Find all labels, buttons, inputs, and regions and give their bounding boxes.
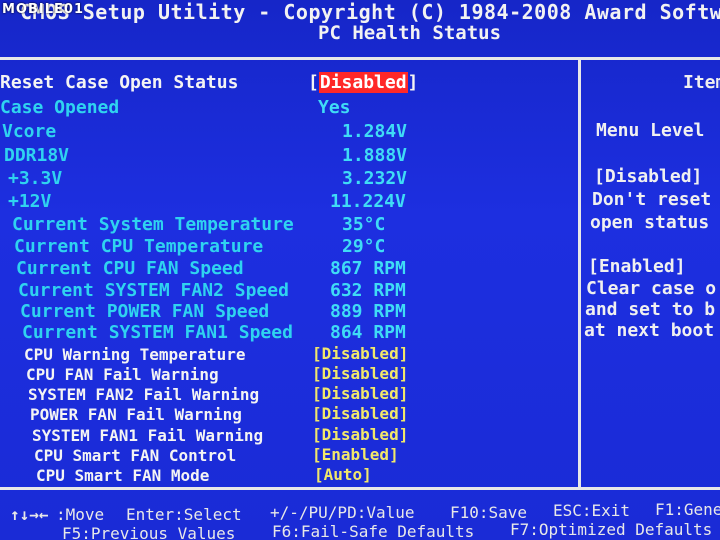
bios-screen: CMOS Setup Utility - Copyright (C) 1984-… bbox=[0, 0, 720, 540]
row-12v-value: 11.224V bbox=[330, 191, 406, 212]
help-disabled-line2: open status bbox=[590, 212, 710, 233]
row-sys-fan1-speed-value: 864 RPM bbox=[330, 322, 406, 343]
row-case-opened-value: Yes bbox=[318, 97, 351, 118]
row-smart-fan-mode-label[interactable]: CPU Smart FAN Mode bbox=[36, 466, 209, 485]
key-f1: F1:General Help bbox=[655, 500, 720, 519]
item-help-title: Item bbox=[683, 72, 720, 93]
row-cpu-warning-temp-value[interactable]: [Disabled] bbox=[312, 344, 408, 363]
bottom-divider bbox=[0, 487, 720, 490]
row-3v3-value: 3.232V bbox=[342, 168, 408, 189]
key-esc: ESC:Exit bbox=[553, 501, 631, 520]
row-reset-case-open-label: Reset Case Open Status bbox=[0, 72, 239, 93]
row-vcore-label: Vcore bbox=[2, 121, 57, 142]
row-sys-fan2-speed-value: 632 RPM bbox=[330, 280, 406, 301]
row-system-temp-value: 35°C bbox=[342, 214, 386, 235]
selected-value[interactable]: Disabled bbox=[318, 72, 408, 93]
key-f7: F7:Optimized Defaults bbox=[510, 520, 713, 539]
key-value: +/-/PU/PD:Value bbox=[270, 503, 415, 522]
arrow-keys-icon: ↑↓→← bbox=[10, 505, 49, 524]
row-cpu-fan-speed-value: 867 RPM bbox=[330, 258, 406, 279]
row-sys-fan2-fail-value[interactable]: [Disabled] bbox=[312, 384, 408, 403]
panel-divider bbox=[578, 57, 581, 487]
row-sys-fan2-fail-label[interactable]: SYSTEM FAN2 Fail Warning bbox=[28, 385, 259, 404]
bios-title: CMOS Setup Utility - Copyright (C) 1984-… bbox=[20, 0, 720, 24]
row-cpu-temp-label: Current CPU Temperature bbox=[14, 236, 264, 257]
help-enabled-line1: Clear case o bbox=[586, 278, 717, 299]
row-ddr18v-value: 1.888V bbox=[342, 145, 408, 166]
row-sys-fan2-speed-label: Current SYSTEM FAN2 Speed bbox=[18, 280, 289, 301]
key-f5: F5:Previous Values bbox=[62, 524, 236, 540]
row-3v3-label: +3.3V bbox=[8, 168, 63, 189]
help-enabled-line3: at next boot bbox=[584, 320, 715, 341]
row-cpu-fan-fail-value[interactable]: [Disabled] bbox=[312, 364, 408, 383]
row-sys-fan1-fail-label[interactable]: SYSTEM FAN1 Fail Warning bbox=[32, 426, 263, 445]
row-smart-fan-control-value[interactable]: [Enabled] bbox=[312, 445, 399, 464]
row-vcore-value: 1.284V bbox=[342, 121, 408, 142]
row-reset-case-open-value[interactable]: [Disabled] bbox=[308, 72, 418, 93]
bracket-close: ] bbox=[407, 72, 419, 93]
watermark-logo: MOBILE01 bbox=[2, 2, 84, 17]
row-power-fan-speed-value: 889 RPM bbox=[330, 301, 406, 322]
help-enabled-line2: and set to b bbox=[585, 299, 716, 320]
row-ddr18v-label: DDR18V bbox=[4, 145, 70, 166]
row-cpu-fan-fail-label[interactable]: CPU FAN Fail Warning bbox=[26, 365, 219, 384]
key-f6: F6:Fail-Safe Defaults bbox=[272, 522, 475, 540]
key-move: :Move bbox=[56, 505, 105, 524]
row-smart-fan-control-label[interactable]: CPU Smart FAN Control bbox=[34, 446, 236, 465]
help-disabled-line1: Don't reset bbox=[592, 189, 712, 210]
help-disabled-heading: [Disabled] bbox=[594, 166, 703, 187]
row-system-temp-label: Current System Temperature bbox=[12, 214, 294, 235]
row-sys-fan1-speed-label: Current SYSTEM FAN1 Speed bbox=[22, 322, 293, 343]
row-cpu-fan-speed-label: Current CPU FAN Speed bbox=[16, 258, 244, 279]
bracket-open: [ bbox=[308, 72, 319, 93]
row-12v-label: +12V bbox=[8, 191, 52, 212]
help-enabled-heading: [Enabled] bbox=[588, 256, 686, 277]
row-cpu-warning-temp-label[interactable]: CPU Warning Temperature bbox=[24, 345, 246, 364]
menu-level-label: Menu Level bbox=[596, 120, 705, 141]
top-divider bbox=[0, 57, 720, 60]
row-power-fan-fail-value[interactable]: [Disabled] bbox=[312, 404, 408, 423]
row-smart-fan-mode-value[interactable]: [Auto] bbox=[314, 465, 372, 484]
row-sys-fan1-fail-value[interactable]: [Disabled] bbox=[312, 425, 408, 444]
row-power-fan-fail-label[interactable]: POWER FAN Fail Warning bbox=[30, 405, 242, 424]
key-enter: Enter:Select bbox=[126, 505, 242, 524]
page-title: PC Health Status bbox=[318, 22, 502, 44]
row-cpu-temp-value: 29°C bbox=[342, 236, 386, 257]
row-case-opened-label: Case Opened bbox=[0, 97, 120, 118]
row-power-fan-speed-label: Current POWER FAN Speed bbox=[20, 301, 270, 322]
